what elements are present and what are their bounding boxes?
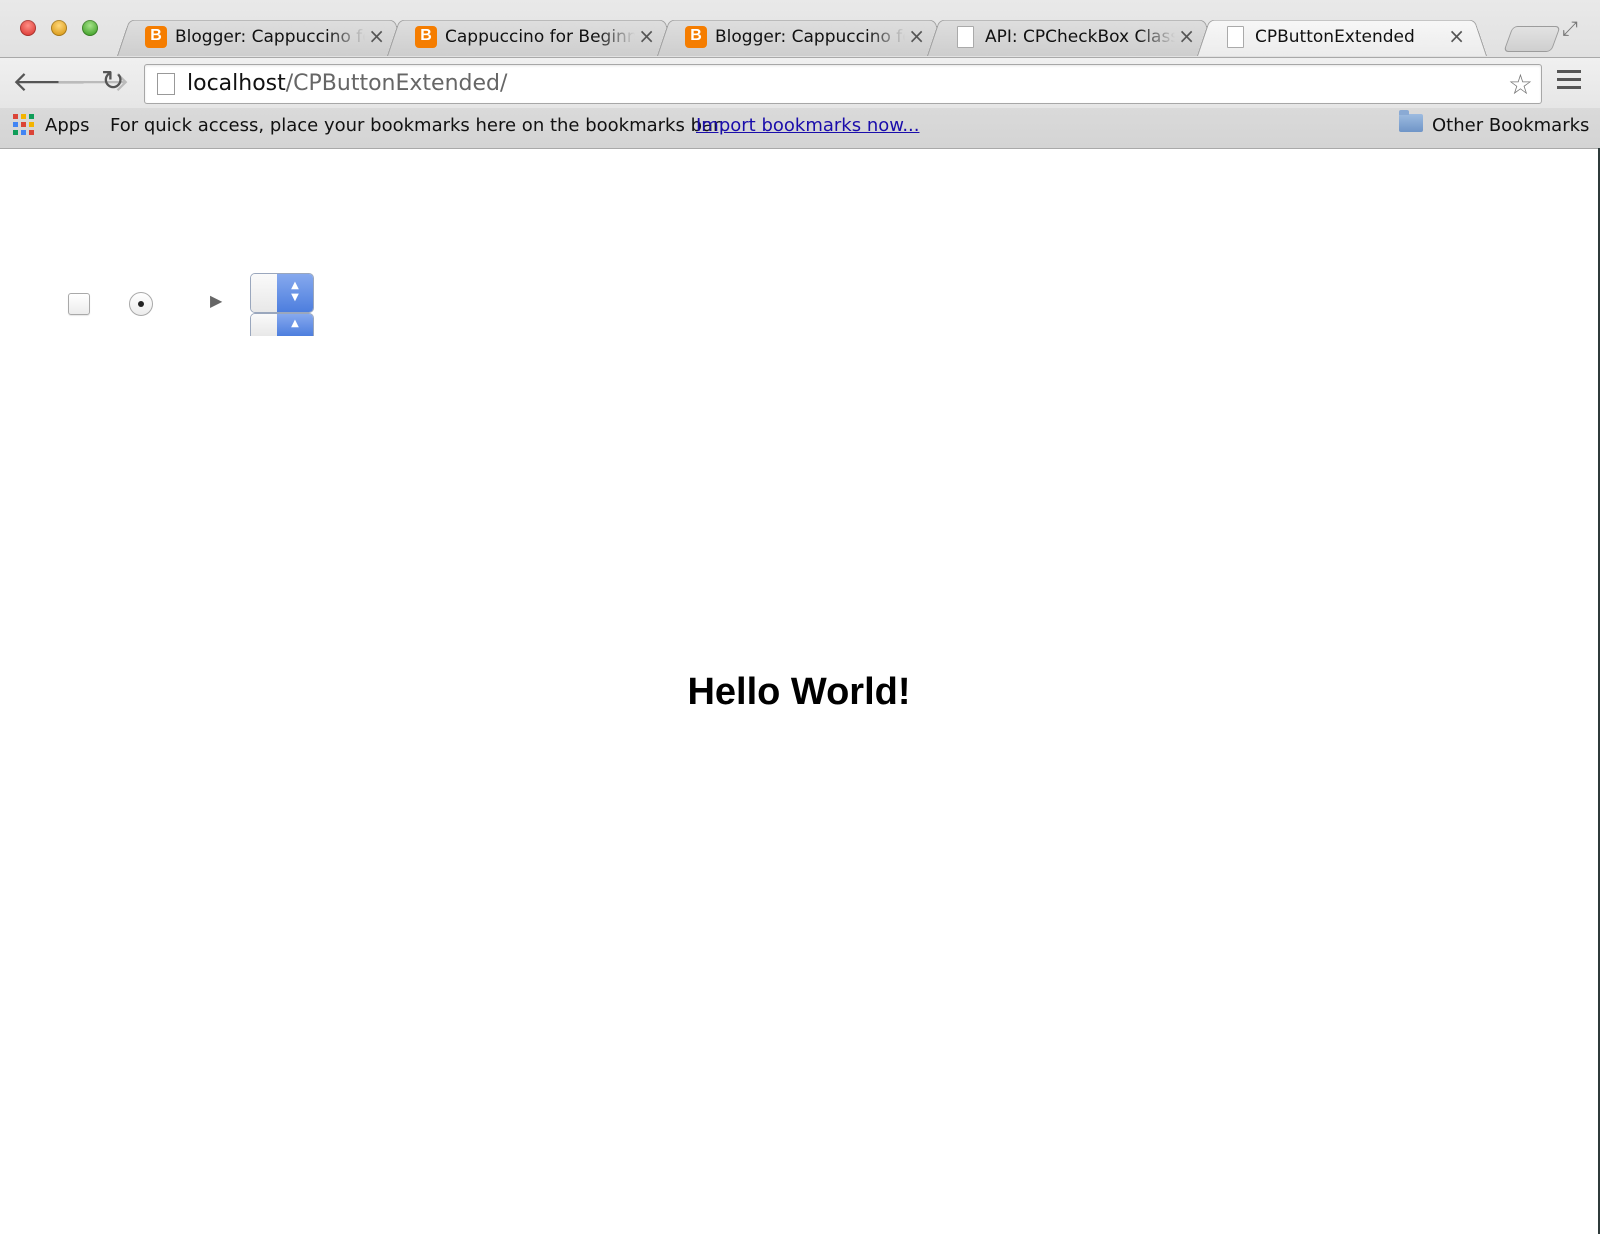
tab-cappuccino-for-beginners[interactable]: Cappuccino for Beginne × xyxy=(387,16,677,56)
stepper[interactable]: ▲ xyxy=(250,313,314,336)
bookmarks-bar: Apps For quick access, place your bookma… xyxy=(0,108,1600,148)
close-icon[interactable]: × xyxy=(638,24,655,48)
stepper[interactable]: ▲ ▼ xyxy=(250,273,314,313)
tab-api-cpcheckbox[interactable]: API: CPCheckBox Class × xyxy=(927,16,1217,56)
navigation-toolbar: 🡐 🡒 ↻ localhost/CPButtonExtended/ ☆ xyxy=(0,57,1600,108)
tab-title: Blogger: Cappuccino fo xyxy=(715,27,905,47)
document-icon xyxy=(957,26,974,48)
minimize-window-button[interactable] xyxy=(51,20,67,36)
tab-title: API: CPCheckBox Class xyxy=(985,27,1175,47)
page-content: ▶ ▲ ▼ ▲ Hello World! xyxy=(0,149,1598,1234)
up-arrow-icon[interactable]: ▲ xyxy=(277,314,313,336)
stepper-field[interactable] xyxy=(251,274,277,312)
folder-icon xyxy=(1399,110,1423,132)
close-icon[interactable]: × xyxy=(908,24,925,48)
up-down-arrows-icon[interactable]: ▲ ▼ xyxy=(277,274,313,312)
address-bar[interactable]: localhost/CPButtonExtended/ ☆ xyxy=(144,64,1542,104)
url-text[interactable]: localhost/CPButtonExtended/ xyxy=(187,71,507,96)
stepper-field[interactable] xyxy=(251,314,277,336)
blogger-icon xyxy=(145,26,167,48)
close-icon[interactable]: × xyxy=(1178,24,1195,48)
tab-title: Cappuccino for Beginne xyxy=(445,27,635,47)
radio-button[interactable] xyxy=(129,292,153,316)
bookmark-star-icon[interactable]: ☆ xyxy=(1508,68,1533,101)
url-host: localhost xyxy=(187,71,286,96)
reload-icon[interactable]: ↻ xyxy=(101,64,124,97)
blogger-icon xyxy=(415,26,437,48)
apps-shortcut[interactable]: Apps xyxy=(45,115,90,136)
checkbox[interactable] xyxy=(68,293,90,315)
close-icon[interactable]: × xyxy=(1448,24,1465,48)
browser-chrome: Blogger: Cappuccino fo × Cappuccino for … xyxy=(0,0,1600,149)
disclosure-triangle-icon[interactable]: ▶ xyxy=(210,291,222,310)
apps-icon[interactable] xyxy=(13,114,34,135)
bookmarks-hint: For quick access, place your bookmarks h… xyxy=(110,115,725,136)
blogger-icon xyxy=(685,26,707,48)
hamburger-menu-icon[interactable] xyxy=(1557,70,1581,92)
close-icon[interactable]: × xyxy=(368,24,385,48)
url-path: /CPButtonExtended/ xyxy=(285,71,508,96)
page-icon xyxy=(157,73,175,95)
fullscreen-icon[interactable]: ⤢ xyxy=(1562,16,1578,40)
tab-title: Blogger: Cappuccino fo xyxy=(175,27,365,47)
new-tab-button[interactable] xyxy=(1503,26,1561,52)
close-window-button[interactable] xyxy=(20,20,36,36)
import-bookmarks-link[interactable]: Import bookmarks now... xyxy=(696,115,919,136)
hello-heading: Hello World! xyxy=(687,671,911,713)
tab-title: CPButtonExtended xyxy=(1255,27,1415,47)
tab-strip: Blogger: Cappuccino fo × Cappuccino for … xyxy=(0,0,1600,58)
tab-blogger-2[interactable]: Blogger: Cappuccino fo × xyxy=(657,16,947,56)
tab-blogger-1[interactable]: Blogger: Cappuccino fo × xyxy=(117,16,407,56)
document-icon xyxy=(1227,26,1244,48)
zoom-window-button[interactable] xyxy=(82,20,98,36)
other-bookmarks-button[interactable]: Other Bookmarks xyxy=(1432,115,1589,136)
tab-cpbuttonextended[interactable]: CPButtonExtended × xyxy=(1197,16,1487,56)
